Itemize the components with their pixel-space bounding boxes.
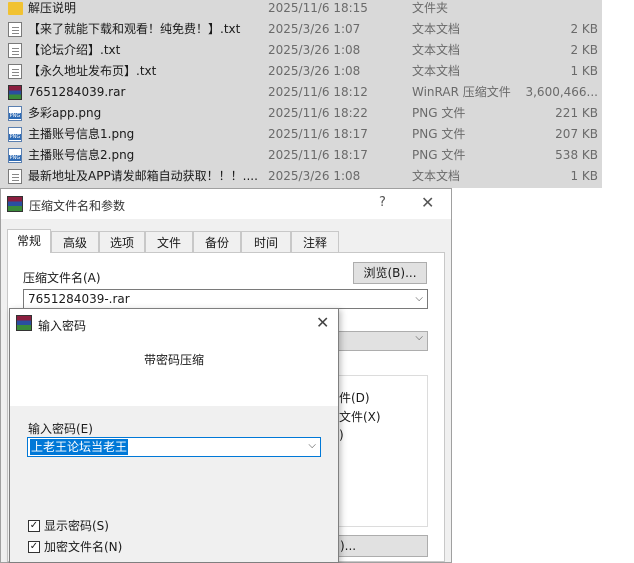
file-size: 538 KB (555, 148, 598, 162)
file-type: 文本文档 (412, 22, 461, 36)
file-type: PNG 文件 (412, 148, 466, 162)
file-size: 1 KB (570, 169, 598, 183)
archive-name-label: 压缩文件名(A) (23, 271, 101, 285)
file-type: 文本文档 (412, 64, 461, 78)
txt-file-icon (8, 64, 22, 79)
file-row-2[interactable]: 【论坛介绍】.txt 2025/3/26 1:08 文本文档 2 KB (0, 40, 602, 61)
file-row-3[interactable]: 【永久地址发布页】.txt 2025/3/26 1:08 文本文档 1 KB (0, 61, 602, 82)
password-value: 上老王论坛当老王 (30, 439, 129, 455)
file-list: 解压说明 2025/11/6 18:15 文件夹 【来了就能下载和观看！纯免费！… (0, 0, 602, 188)
file-row-5[interactable]: 多彩app.png 2025/11/6 18:22 PNG 文件 221 KB (0, 103, 602, 124)
file-type: PNG 文件 (412, 106, 466, 120)
file-name: 主播账号信息1.png (28, 127, 135, 141)
file-type: WinRAR 压缩文件 (412, 85, 511, 99)
encrypt-file-names-label: 加密文件名(N) (44, 540, 123, 554)
help-button[interactable]: ? (379, 195, 386, 210)
file-name: 多彩app.png (28, 106, 102, 120)
txt-file-icon (8, 22, 22, 37)
password-label: 输入密码(E) (28, 422, 93, 436)
dialog-title: 输入密码 (38, 319, 87, 333)
file-date: 2025/3/26 1:08 (268, 64, 361, 78)
close-button[interactable]: ✕ (316, 313, 329, 332)
browse-button[interactable]: 浏览(B)... (353, 262, 427, 284)
file-name: 【来了就能下载和观看！纯免费！】.txt (28, 22, 241, 36)
update-mode-combo[interactable]: ⌵ (331, 331, 428, 351)
set-password-button-partial[interactable]: )... (331, 535, 428, 557)
enter-password-dialog: 输入密码 ✕ 带密码压缩 输入密码(E) 上老王论坛当老王 ⌵ ✓ 显示密码(S… (9, 308, 339, 563)
show-password-label: 显示密码(S) (44, 519, 109, 533)
dialog-title: 压缩文件名和参数 (29, 199, 126, 213)
file-name: 【论坛介绍】.txt (28, 43, 121, 57)
file-row-6[interactable]: 主播账号信息1.png 2025/11/6 18:17 PNG 文件 207 K… (0, 124, 602, 145)
title-bar: 输入密码 ✕ (10, 309, 338, 338)
option-label-partial: 件(D) (339, 391, 370, 405)
file-size: 2 KB (570, 22, 598, 36)
winrar-app-icon (7, 196, 23, 212)
chevron-down-icon[interactable]: ⌵ (415, 290, 423, 308)
folder-icon (8, 2, 23, 15)
file-date: 2025/11/6 18:15 (268, 1, 368, 15)
file-size: 1 KB (570, 64, 598, 78)
check-icon[interactable]: ✓ (28, 541, 40, 553)
file-date: 2025/11/6 18:12 (268, 85, 368, 99)
file-size: 207 KB (555, 127, 598, 141)
title-bar: 压缩文件名和参数 ? ✕ (1, 189, 451, 219)
chevron-down-icon[interactable]: ⌵ (415, 332, 423, 343)
file-size: 221 KB (555, 106, 598, 120)
file-name: 最新地址及APP请发邮箱自动获取！！！.... (28, 169, 258, 183)
file-type: 文本文档 (412, 43, 461, 57)
file-type: 文本文档 (412, 169, 461, 183)
file-date: 2025/11/6 18:17 (268, 148, 368, 162)
file-size: 3,600,466... (525, 85, 598, 99)
file-name: 7651284039.rar (28, 85, 126, 99)
tab-time[interactable]: 时间 (241, 231, 291, 253)
file-row-8[interactable]: 最新地址及APP请发邮箱自动获取！！！.... 2025/3/26 1:08 文… (0, 166, 602, 187)
txt-file-icon (8, 169, 22, 184)
file-row-4[interactable]: 7651284039.rar 2025/11/6 18:12 WinRAR 压缩… (0, 82, 602, 103)
txt-file-icon (8, 43, 22, 58)
file-date: 2025/11/6 18:22 (268, 106, 368, 120)
archive-name-value: 7651284039-.rar (28, 292, 130, 306)
rar-file-icon (8, 85, 22, 100)
winrar-app-icon (16, 315, 32, 331)
tab-files[interactable]: 文件 (145, 231, 193, 253)
tab-general[interactable]: 常规 (7, 229, 51, 253)
file-date: 2025/3/26 1:08 (268, 169, 361, 183)
file-date: 2025/11/6 18:17 (268, 127, 368, 141)
password-input[interactable]: 上老王论坛当老王 ⌵ (27, 437, 321, 457)
file-size: 2 KB (570, 43, 598, 57)
png-file-icon (8, 106, 22, 121)
file-type: PNG 文件 (412, 127, 466, 141)
tab-options[interactable]: 选项 (99, 231, 145, 253)
dialog-header (10, 338, 338, 406)
file-row-0[interactable]: 解压说明 2025/11/6 18:15 文件夹 (0, 0, 602, 19)
check-icon[interactable]: ✓ (28, 520, 40, 532)
file-name: 解压说明 (28, 1, 77, 15)
png-file-icon (8, 148, 22, 163)
file-name: 【永久地址发布页】.txt (28, 64, 157, 78)
chevron-down-icon[interactable]: ⌵ (308, 440, 316, 451)
file-type: 文件夹 (412, 1, 449, 15)
dialog-heading: 带密码压缩 (143, 353, 204, 367)
close-button[interactable]: ✕ (421, 193, 434, 212)
tab-advanced[interactable]: 高级 (51, 231, 99, 253)
file-name: 主播账号信息2.png (28, 148, 135, 162)
option-label-partial: 文件(X) (339, 410, 381, 424)
file-row-7[interactable]: 主播账号信息2.png 2025/11/6 18:17 PNG 文件 538 K… (0, 145, 602, 166)
option-label-partial: ) (339, 428, 344, 442)
file-date: 2025/3/26 1:07 (268, 22, 361, 36)
tab-comment[interactable]: 注释 (291, 231, 339, 253)
png-file-icon (8, 127, 22, 142)
archive-name-combo[interactable]: 7651284039-.rar ⌵ (23, 289, 428, 309)
tab-backup[interactable]: 备份 (193, 231, 241, 253)
file-row-1[interactable]: 【来了就能下载和观看！纯免费！】.txt 2025/3/26 1:07 文本文档… (0, 19, 602, 40)
file-date: 2025/3/26 1:08 (268, 43, 361, 57)
